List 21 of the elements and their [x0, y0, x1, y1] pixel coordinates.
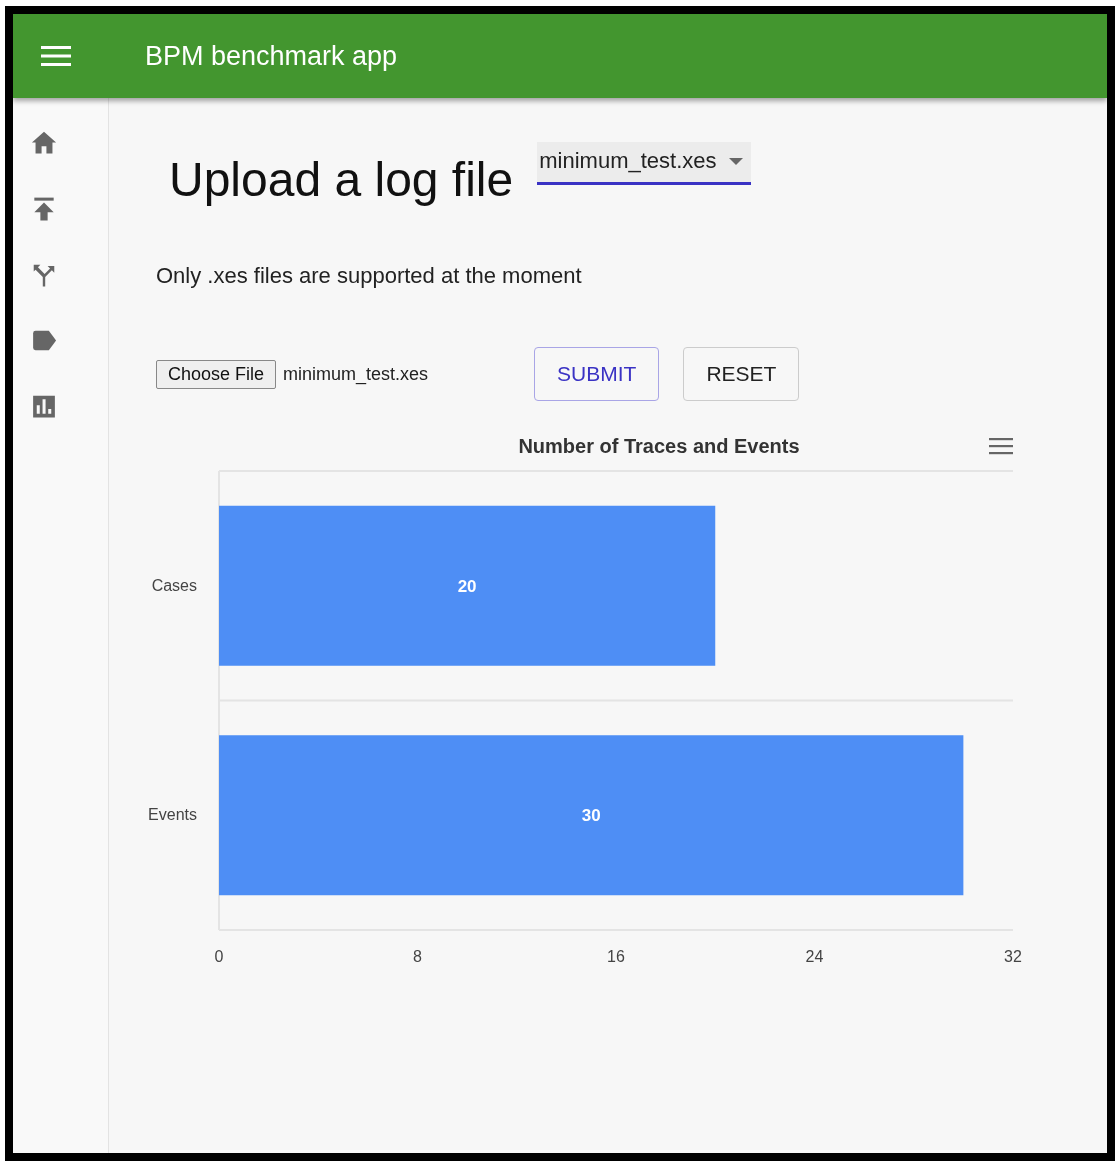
chart-title: Number of Traces and Events [518, 434, 800, 458]
axis-label: Cases [151, 576, 197, 594]
submit-button[interactable]: SUBMIT [534, 347, 660, 401]
menu-icon[interactable] [989, 437, 1013, 455]
log-select[interactable]: minimum_test.xes [537, 142, 751, 185]
info-text: Only .xes files are supported at the moment [156, 263, 583, 289]
tick-label: 24 [805, 948, 824, 965]
tick-label: 32 [1004, 948, 1022, 965]
page-heading: Upload a log file [169, 152, 514, 207]
tick-label: 16 [607, 948, 625, 965]
tick-label: 0 [214, 948, 224, 965]
data-label: 20 [457, 576, 477, 596]
file-name: minimum_test.xes [283, 363, 429, 385]
reset-button[interactable]: RESET [683, 347, 800, 401]
data-label: 30 [581, 806, 601, 826]
menu-icon[interactable] [41, 45, 71, 67]
app-title: BPM benchmark app [145, 40, 398, 72]
choose-file-button[interactable]: Choose File [156, 359, 277, 389]
caret-icon [728, 157, 743, 165]
axis-label: Events [148, 806, 197, 824]
tick-label: 8 [413, 948, 422, 965]
